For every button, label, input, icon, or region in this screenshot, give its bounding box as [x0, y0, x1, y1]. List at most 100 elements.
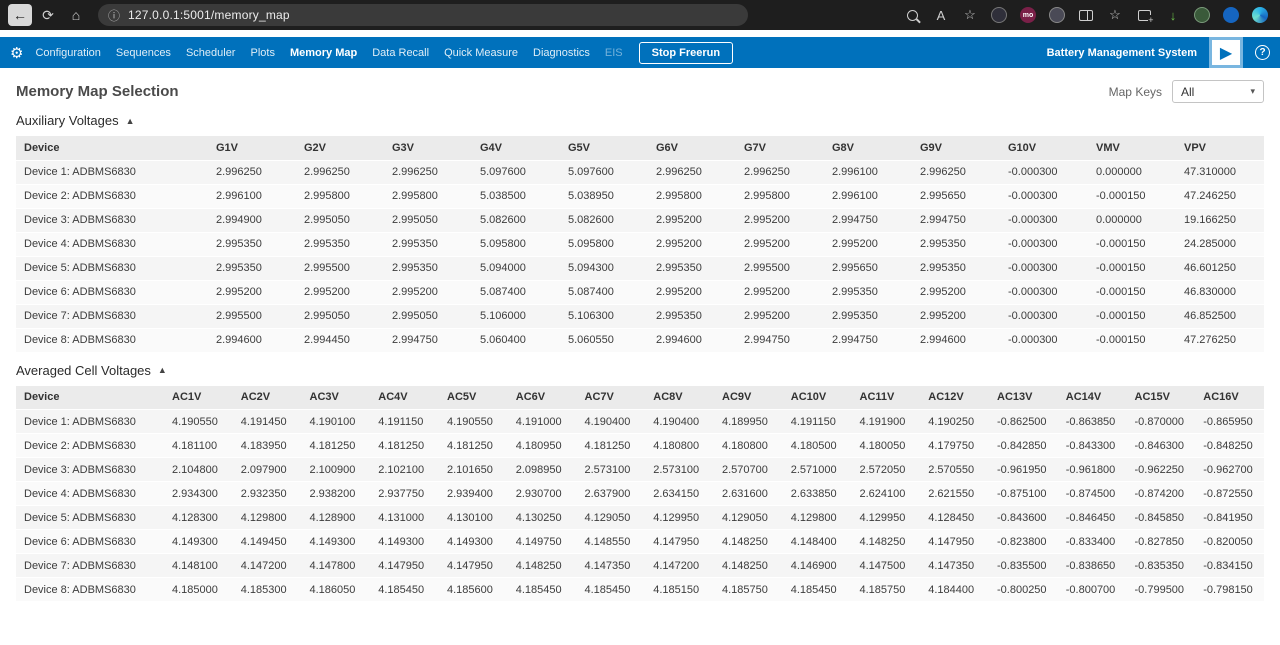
value-cell: -0.835500 — [989, 554, 1058, 578]
value-cell: 2.996100 — [208, 184, 296, 208]
magnifier-glyph — [907, 10, 918, 21]
device-cell: Device 3: ADBMS6830 — [16, 458, 164, 482]
value-cell: 2.995350 — [912, 256, 1000, 280]
stop-freerun-button[interactable]: Stop Freerun — [639, 42, 733, 64]
favorites-star-icon[interactable]: ☆ — [960, 5, 980, 25]
value-cell: 2.995200 — [912, 280, 1000, 304]
value-cell: -0.823800 — [989, 530, 1058, 554]
address-bar[interactable]: ⓘ 127.0.0.1:5001/memory_map — [98, 4, 748, 26]
extension-ghost-icon[interactable] — [1047, 5, 1067, 25]
value-cell: -0.841950 — [1195, 506, 1264, 530]
value-cell: 2.098950 — [508, 458, 577, 482]
url-text: 127.0.0.1:5001/memory_map — [128, 8, 290, 22]
value-cell: 4.183950 — [233, 434, 302, 458]
back-button[interactable]: ← — [8, 4, 32, 26]
read-aloud-icon[interactable]: A — [931, 5, 951, 25]
value-cell: 4.181250 — [577, 434, 646, 458]
value-cell: 2.932350 — [233, 482, 302, 506]
value-cell: -0.827850 — [1127, 530, 1196, 554]
extension-badge-icon[interactable] — [989, 5, 1009, 25]
value-cell: 4.185600 — [439, 578, 508, 602]
value-cell: 4.128450 — [920, 506, 989, 530]
value-cell: 2.995200 — [736, 208, 824, 232]
value-cell: 2.995350 — [824, 280, 912, 304]
collections-icon[interactable] — [1134, 5, 1154, 25]
profile-avatar[interactable]: mo — [1018, 5, 1038, 25]
value-cell: 2.994600 — [208, 328, 296, 352]
home-button[interactable]: ⌂ — [64, 4, 88, 26]
nav-item-sequences[interactable]: Sequences — [116, 47, 171, 59]
aux-voltages-section-toggle[interactable]: Auxiliary Voltages ▲ — [16, 113, 135, 128]
value-cell: 2.995200 — [736, 304, 824, 328]
value-cell: -0.820050 — [1195, 530, 1264, 554]
value-cell: 2.994750 — [824, 208, 912, 232]
value-cell: -0.846450 — [1058, 506, 1127, 530]
nav-item-configuration[interactable]: Configuration — [35, 47, 100, 59]
value-cell: -0.000150 — [1088, 328, 1176, 352]
value-cell: 5.087400 — [560, 280, 648, 304]
nav-item-memory-map[interactable]: Memory Map — [290, 47, 357, 59]
browser-essentials-icon[interactable] — [1221, 5, 1241, 25]
table-row: Device 7: ADBMS68302.9955002.9950502.995… — [16, 304, 1264, 328]
nav-item-eis[interactable]: EIS — [605, 47, 623, 59]
site-info-icon[interactable]: ⓘ — [108, 7, 120, 24]
nav-item-diagnostics[interactable]: Diagnostics — [533, 47, 590, 59]
extensions-icon[interactable] — [1192, 5, 1212, 25]
run-button[interactable]: ▶ — [1209, 37, 1243, 68]
downloads-icon[interactable]: ↓ — [1163, 5, 1183, 25]
value-cell: 2.994600 — [648, 328, 736, 352]
value-cell: 4.190100 — [302, 410, 371, 434]
value-cell: 4.147950 — [920, 530, 989, 554]
value-cell: 2.570700 — [714, 458, 783, 482]
value-cell: 4.129800 — [783, 506, 852, 530]
value-cell: -0.874200 — [1127, 482, 1196, 506]
device-cell: Device 7: ADBMS6830 — [16, 304, 208, 328]
map-keys-select[interactable]: All ▾ — [1172, 80, 1264, 103]
value-cell: 4.180500 — [783, 434, 852, 458]
navbar-right: Battery Management System ▶ ? — [1047, 37, 1280, 68]
value-cell: 4.149450 — [233, 530, 302, 554]
help-icon[interactable]: ? — [1255, 45, 1270, 60]
value-cell: 2.994750 — [384, 328, 472, 352]
value-cell: 5.106300 — [560, 304, 648, 328]
value-cell: 4.191150 — [783, 410, 852, 434]
device-cell: Device 8: ADBMS6830 — [16, 328, 208, 352]
value-cell: 19.166250 — [1176, 208, 1264, 232]
value-cell: -0.961950 — [989, 458, 1058, 482]
nav-item-plots[interactable]: Plots — [250, 47, 274, 59]
value-cell: 2.995350 — [384, 256, 472, 280]
value-cell: 2.995500 — [208, 304, 296, 328]
zoom-icon[interactable] — [902, 5, 922, 25]
value-cell: 2.994600 — [912, 328, 1000, 352]
map-keys-control: Map Keys All ▾ — [1109, 80, 1264, 103]
table-row: Device 1: ADBMS68304.1905504.1914504.190… — [16, 410, 1264, 434]
value-cell: 5.082600 — [560, 208, 648, 232]
favorites-bar-icon[interactable]: ☆ — [1105, 5, 1125, 25]
value-cell: 46.601250 — [1176, 256, 1264, 280]
split-screen-icon[interactable] — [1076, 5, 1096, 25]
column-header: G6V — [648, 136, 736, 160]
value-cell: 2.097900 — [233, 458, 302, 482]
refresh-button[interactable]: ⟳ — [36, 4, 60, 26]
value-cell: 4.147350 — [577, 554, 646, 578]
copilot-icon[interactable] — [1250, 5, 1270, 25]
column-header: Device — [16, 136, 208, 160]
value-cell: -0.870000 — [1127, 410, 1196, 434]
value-cell: 2.994450 — [296, 328, 384, 352]
column-header: AC12V — [920, 386, 989, 410]
value-cell: 4.190400 — [577, 410, 646, 434]
value-cell: -0.848250 — [1195, 434, 1264, 458]
value-cell: -0.000150 — [1088, 184, 1176, 208]
avg-cell-voltages-section-toggle[interactable]: Averaged Cell Voltages ▲ — [16, 363, 167, 378]
value-cell: 47.276250 — [1176, 328, 1264, 352]
settings-gear-icon[interactable]: ⚙ — [10, 44, 23, 62]
value-cell: 2.995200 — [736, 232, 824, 256]
nav-item-scheduler[interactable]: Scheduler — [186, 47, 236, 59]
nav-item-quick-measure[interactable]: Quick Measure — [444, 47, 518, 59]
column-header: G10V — [1000, 136, 1088, 160]
value-cell: 5.038950 — [560, 184, 648, 208]
collapse-triangle-icon: ▲ — [126, 116, 135, 126]
value-cell: 4.147800 — [302, 554, 371, 578]
nav-item-data-recall[interactable]: Data Recall — [372, 47, 429, 59]
column-header: G9V — [912, 136, 1000, 160]
